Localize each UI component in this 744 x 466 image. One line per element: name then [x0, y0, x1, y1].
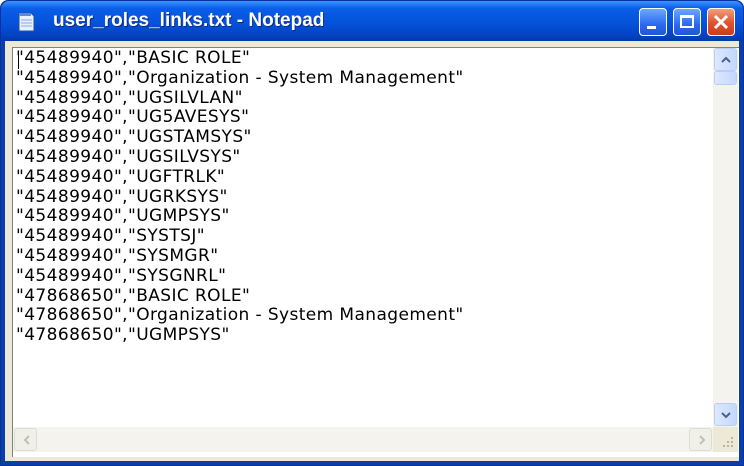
horizontal-scrollbar[interactable]	[13, 427, 713, 452]
resize-grip-icon[interactable]	[713, 427, 738, 452]
window-title: user_roles_links.txt - Notepad	[53, 10, 325, 31]
chevron-down-icon	[721, 412, 731, 419]
text-line: "45489940","UGSILVLAN"	[16, 87, 243, 108]
scroll-left-button[interactable]	[14, 428, 37, 451]
minimize-button[interactable]	[639, 8, 667, 36]
text-line: "45489940","SYSGNRL"	[16, 265, 227, 286]
text-line: "45489940","UGFTRLK"	[16, 166, 226, 187]
text-line: "47868650","BASIC ROLE"	[16, 285, 251, 306]
text-editor[interactable]: "45489940","BASIC ROLE" "45489940","Orga…	[16, 49, 710, 427]
notepad-window: user_roles_links.txt - Notepad File Edit…	[0, 0, 744, 466]
text-caret	[18, 52, 19, 69]
text-line: "45489940","SYSMGR"	[16, 245, 219, 266]
maximize-button[interactable]	[673, 8, 701, 36]
chevron-right-icon	[699, 435, 706, 445]
scroll-down-button[interactable]	[714, 403, 737, 426]
text-line: "45489940","SYSTSJ"	[16, 226, 205, 247]
chevron-left-icon	[23, 435, 30, 445]
text-line: "45489940","Organization - System Manage…	[16, 67, 464, 88]
text-line: "47868650","Organization - System Manage…	[16, 305, 464, 326]
close-button[interactable]	[707, 8, 735, 36]
vertical-scrollbar[interactable]	[713, 48, 738, 427]
scroll-up-button[interactable]	[714, 48, 737, 71]
text-line: "45489940","UGRKSYS"	[16, 186, 228, 207]
edit-frame: "45489940","BASIC ROLE" "45489940","Orga…	[12, 47, 739, 457]
chevron-up-icon	[721, 56, 731, 63]
text-line: "45489940","BASIC ROLE"	[16, 49, 251, 68]
text-line: "45489940","UGSILVSYS"	[16, 146, 241, 167]
scroll-thumb[interactable]	[714, 71, 737, 85]
text-line: "45489940","UGMPSYS"	[16, 206, 230, 227]
maximize-icon	[680, 15, 694, 28]
text-line: "45489940","UGSTAMSYS"	[16, 127, 252, 148]
text-line: "45489940","UG5AVESYS"	[16, 107, 250, 128]
notepad-icon	[18, 12, 35, 32]
title-bar[interactable]: user_roles_links.txt - Notepad	[1, 1, 743, 41]
scroll-right-button[interactable]	[689, 428, 712, 451]
close-icon	[713, 14, 729, 30]
minimize-icon	[647, 26, 656, 29]
text-line: "47868650","UGMPSYS"	[16, 325, 230, 346]
